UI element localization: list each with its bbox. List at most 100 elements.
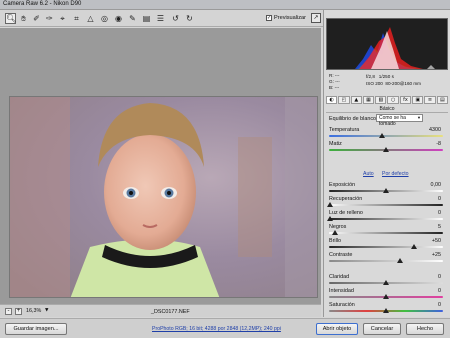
slider-handle[interactable] xyxy=(411,244,417,249)
b-value: --- xyxy=(334,85,340,90)
slider-saturation[interactable]: Saturación 0 xyxy=(329,302,445,315)
slider-track[interactable] xyxy=(329,135,443,137)
save-image-button[interactable]: Guardar imagen... xyxy=(5,323,67,335)
rotate-left-icon[interactable]: ↺ xyxy=(170,13,181,24)
aperture: f/2,8 xyxy=(366,74,375,79)
zoom-level[interactable]: 16,3% xyxy=(26,308,41,314)
slider-value[interactable]: 4300 xyxy=(429,127,441,133)
tab-presets-icon[interactable]: ≡ xyxy=(424,96,436,104)
rgb-readout: R: --- G: --- B: --- xyxy=(329,73,340,90)
status-bar: - + 16,3% ▼ _DSC0177.NEF xyxy=(0,304,321,317)
slider-fill-light[interactable]: Luz de relleno 0 xyxy=(327,210,445,223)
chevron-down-icon[interactable]: ▼ xyxy=(45,308,48,313)
slider-brightness[interactable]: Brillo +50 xyxy=(329,238,445,251)
slider-label: Claridad xyxy=(329,274,350,280)
tab-hsl-icon[interactable]: ▦ xyxy=(362,96,375,104)
tab-detail-icon[interactable]: ▲ xyxy=(350,96,362,104)
slider-handle[interactable] xyxy=(383,308,389,313)
slider-temperature[interactable]: Temperatura 4300 xyxy=(329,127,445,140)
slider-value[interactable]: 0 xyxy=(438,288,441,294)
slider-tint[interactable]: Matiz -8 xyxy=(329,141,445,154)
slider-track[interactable] xyxy=(329,246,443,248)
red-eye-icon[interactable]: ◉ xyxy=(113,13,124,24)
color-sampler-icon[interactable]: ✑ xyxy=(44,13,55,24)
zoom-icon[interactable]: 🔍︎ xyxy=(5,13,16,24)
adjustment-brush-icon[interactable]: ✎ xyxy=(127,13,138,24)
tab-snapshots-icon[interactable]: ▤ xyxy=(436,96,448,104)
photo-preview xyxy=(9,96,318,298)
lens: 80-200@160 mm xyxy=(385,81,421,86)
slider-vibrance[interactable]: Intensidad 0 xyxy=(329,288,445,301)
iso: ISO 200 xyxy=(366,81,383,86)
crop-icon[interactable]: ⌗ xyxy=(71,13,82,24)
slider-value[interactable]: +50 xyxy=(432,238,441,244)
slider-recovery[interactable]: Recuperación 0 xyxy=(327,196,445,209)
slider-value[interactable]: 0 xyxy=(438,196,441,202)
slider-value[interactable]: 0 xyxy=(438,210,441,216)
fullscreen-icon[interactable]: ↗ xyxy=(311,13,321,23)
slider-label: Luz de relleno xyxy=(329,210,363,216)
tab-lens-icon[interactable]: ○ xyxy=(387,96,399,104)
slider-clarity[interactable]: Claridad 0 xyxy=(329,274,445,287)
preview-checkbox[interactable]: ✓ xyxy=(266,15,272,21)
done-button[interactable]: Hecho xyxy=(406,323,444,335)
slider-handle[interactable] xyxy=(332,230,338,235)
slider-label: Intensidad xyxy=(329,288,354,294)
section-title: Básico xyxy=(326,106,448,113)
slider-label: Recuperación xyxy=(329,196,363,202)
preview-toggle[interactable]: ✓ Previsualizar xyxy=(266,15,306,21)
zoom-out-button[interactable]: - xyxy=(5,308,12,315)
adjustments-panel: R: --- G: --- B: --- f/2,8 1/250 s ISO 2… xyxy=(323,10,450,317)
slider-handle[interactable] xyxy=(379,133,385,138)
hand-icon[interactable]: ✋︎ xyxy=(18,13,29,24)
slider-track[interactable] xyxy=(329,260,443,262)
tab-effects-icon[interactable]: fx xyxy=(399,96,412,104)
bottom-bar: Guardar imagen... ProPhoto RGB; 16 bit; … xyxy=(0,318,450,338)
image-info: R: --- G: --- B: --- f/2,8 1/250 s ISO 2… xyxy=(326,72,448,94)
zoom-in-button[interactable]: + xyxy=(15,308,22,315)
slider-value[interactable]: +25 xyxy=(432,252,441,258)
tab-camera-icon[interactable]: ▣ xyxy=(412,96,424,104)
preferences-icon[interactable]: ☰ xyxy=(155,13,166,24)
g-value: --- xyxy=(335,79,340,84)
slider-handle[interactable] xyxy=(383,280,389,285)
histogram xyxy=(326,18,448,70)
slider-handle[interactable] xyxy=(383,188,389,193)
slider-handle[interactable] xyxy=(327,216,333,221)
slider-contrast[interactable]: Contraste +25 xyxy=(329,252,445,265)
white-balance-icon[interactable]: ✐ xyxy=(31,13,42,24)
slider-track[interactable] xyxy=(329,232,443,234)
tab-split-toning-icon[interactable]: ▧ xyxy=(375,96,387,104)
slider-value[interactable]: 5 xyxy=(438,224,441,230)
slider-value[interactable]: 0 xyxy=(438,274,441,280)
spot-removal-icon[interactable]: ◎ xyxy=(99,13,110,24)
cancel-button[interactable]: Cancelar xyxy=(363,323,401,335)
slider-handle[interactable] xyxy=(383,147,389,152)
default-link[interactable]: Por defecto xyxy=(382,171,409,177)
tab-basic-icon[interactable]: ◐ xyxy=(326,96,338,104)
straighten-icon[interactable]: △ xyxy=(85,13,96,24)
slider-handle[interactable] xyxy=(327,202,333,207)
window-title: Camera Raw 6.2 - Nikon D90 xyxy=(3,1,82,7)
graduated-filter-icon[interactable]: ▤ xyxy=(141,13,152,24)
slider-handle[interactable] xyxy=(397,258,403,263)
white-balance-select[interactable]: Como se ha tomado ▼ xyxy=(376,114,423,127)
slider-blacks[interactable]: Negros 5 xyxy=(329,224,445,237)
slider-exposure[interactable]: Exposición 0,00 xyxy=(329,182,445,195)
slider-label: Temperatura xyxy=(329,127,360,133)
photo-image xyxy=(10,97,317,297)
auto-link[interactable]: Auto xyxy=(363,171,374,177)
target-adjust-icon[interactable]: ⌖ xyxy=(57,13,68,24)
slider-value[interactable]: 0,00 xyxy=(431,182,442,188)
shutter: 1/250 s xyxy=(378,74,394,79)
rotate-right-icon[interactable]: ↻ xyxy=(184,13,195,24)
slider-track[interactable] xyxy=(329,218,443,220)
slider-value[interactable]: -8 xyxy=(436,141,441,147)
slider-track[interactable] xyxy=(329,204,443,206)
open-object-button[interactable]: Abrir objeto xyxy=(316,323,358,335)
image-canvas xyxy=(0,28,321,304)
tab-curve-icon[interactable]: ◰ xyxy=(338,96,350,104)
slider-handle[interactable] xyxy=(383,294,389,299)
slider-value[interactable]: 0 xyxy=(438,302,441,308)
workflow-options-link[interactable]: ProPhoto RGB; 16 bit; 4288 por 2848 (12,… xyxy=(152,326,281,332)
